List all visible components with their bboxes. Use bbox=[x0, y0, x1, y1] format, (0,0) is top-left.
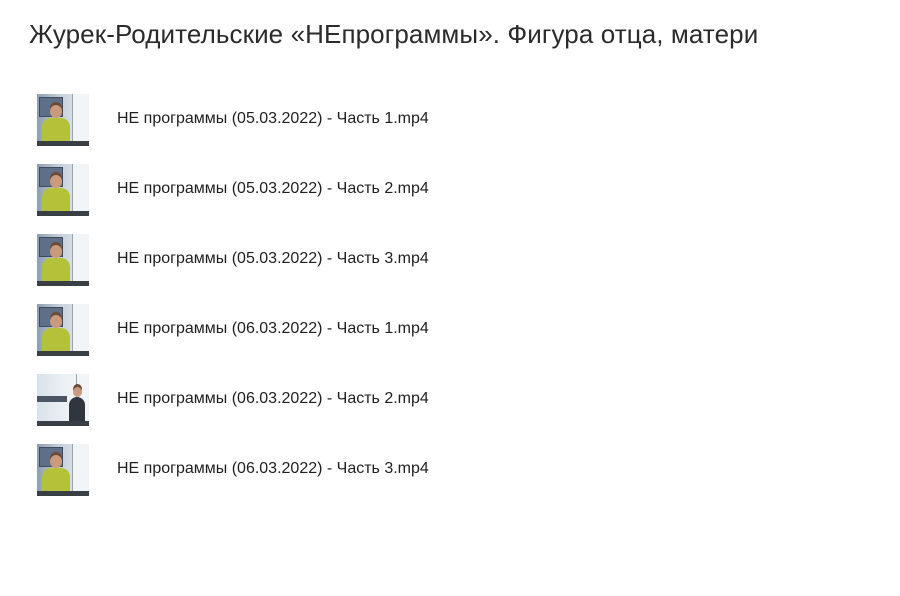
video-thumbnail-icon[interactable] bbox=[37, 444, 89, 496]
file-row[interactable]: НЕ программы (05.03.2022) - Часть 2.mp4 bbox=[37, 164, 837, 234]
video-thumbnail-icon[interactable] bbox=[37, 374, 89, 426]
page-title: Журек-Родительские «НЕпрограммы». Фигура… bbox=[29, 19, 759, 49]
video-thumbnail-icon[interactable] bbox=[37, 164, 89, 216]
file-row[interactable]: НЕ программы (06.03.2022) - Часть 2.mp4 bbox=[37, 374, 837, 444]
video-thumbnail-icon[interactable] bbox=[37, 234, 89, 286]
file-name-link[interactable]: НЕ программы (06.03.2022) - Часть 3.mp4 bbox=[117, 460, 429, 478]
video-thumbnail-icon[interactable] bbox=[37, 94, 89, 146]
file-row[interactable]: НЕ программы (06.03.2022) - Часть 1.mp4 bbox=[37, 304, 837, 374]
file-row[interactable]: НЕ программы (05.03.2022) - Часть 3.mp4 bbox=[37, 234, 837, 304]
file-row[interactable]: НЕ программы (06.03.2022) - Часть 3.mp4 bbox=[37, 444, 837, 514]
file-row[interactable]: НЕ программы (05.03.2022) - Часть 1.mp4 bbox=[37, 94, 837, 164]
video-thumbnail-icon[interactable] bbox=[37, 304, 89, 356]
file-name-link[interactable]: НЕ программы (05.03.2022) - Часть 2.mp4 bbox=[117, 180, 429, 198]
file-list: НЕ программы (05.03.2022) - Часть 1.mp4 … bbox=[37, 94, 837, 514]
file-name-link[interactable]: НЕ программы (05.03.2022) - Часть 3.mp4 bbox=[117, 250, 429, 268]
file-name-link[interactable]: НЕ программы (06.03.2022) - Часть 2.mp4 bbox=[117, 390, 429, 408]
file-name-link[interactable]: НЕ программы (06.03.2022) - Часть 1.mp4 bbox=[117, 320, 429, 338]
file-name-link[interactable]: НЕ программы (05.03.2022) - Часть 1.mp4 bbox=[117, 110, 429, 128]
